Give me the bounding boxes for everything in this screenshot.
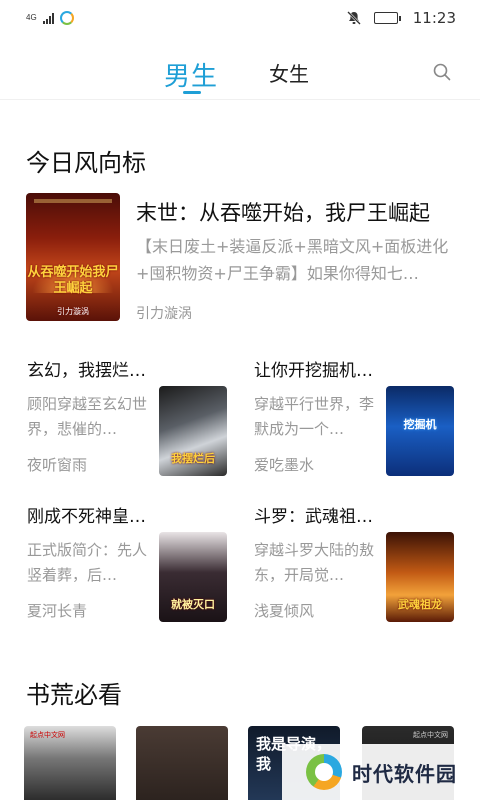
network-type: 4G [26, 13, 37, 22]
book-author: 夜听窗雨 [27, 456, 88, 474]
status-right: 11:23 [346, 9, 456, 27]
book-card[interactable]: 刚成不死神皇… 正式版简介：先人竖着葬，后… 夏河长青 就被灭口 [27, 502, 232, 626]
book-author: 爱吃墨水 [254, 456, 315, 474]
book-cover[interactable]: 起点中文网 [24, 726, 116, 800]
cover-title: 从吞噬开始我尸王崛起 [27, 265, 119, 296]
cover-publisher: 起点中文网 [30, 731, 65, 739]
search-icon[interactable] [432, 62, 452, 82]
cover-publisher: 起点中文网 [413, 731, 448, 739]
book-author: 引力漩涡 [136, 306, 192, 322]
book-cover[interactable]: 从吞噬开始我尸王崛起 引力漩涡 [26, 193, 120, 321]
book-card[interactable]: 斗罗：武魂祖… 穿越斗罗大陆的敖东，开局觉… 浅夏倾风 武魂祖龙 [254, 502, 459, 626]
clock: 11:23 [412, 9, 456, 27]
book-author: 夏河长青 [27, 602, 88, 620]
status-bar: 4G 11:23 [0, 0, 480, 36]
book-card[interactable]: 玄幻，我摆烂… 顾阳穿越至玄幻世界，悲催的… 夜听窗雨 我摆烂后 [27, 356, 232, 480]
book-cover[interactable]: 挖掘机 [386, 386, 454, 476]
tab-female[interactable]: 女生 [269, 58, 309, 87]
book-cover[interactable]: 武魂祖龙 [386, 532, 454, 622]
app-screen: 4G 11:23 男生 女生 今日风向标 从吞噬开始我尸王崛起 引力漩涡 末世：… [0, 0, 480, 800]
cover-author: 引力漩涡 [57, 307, 89, 316]
section-title-today: 今日风向标 [26, 149, 146, 177]
book-title[interactable]: 玄幻，我摆烂… [27, 356, 146, 381]
book-title[interactable]: 刚成不死神皇… [27, 502, 146, 527]
gender-tabs: 男生 女生 [0, 36, 480, 100]
book-title[interactable]: 让你开挖掘机… [254, 356, 373, 381]
tab-active-indicator [183, 91, 201, 94]
mute-bell-icon [346, 11, 361, 25]
book-description: 穿越平行世界，李默成为一个… [254, 395, 374, 438]
book-card[interactable]: 让你开挖掘机… 穿越平行世界，李默成为一个… 爱吃墨水 挖掘机 [254, 356, 459, 480]
watermark-text: 时代软件园 [352, 761, 457, 786]
book-title[interactable]: 斗罗：武魂祖… [254, 502, 373, 527]
book-description: 【末日废土+装逼反派+黑暗文风+面板进化+囤积物资+尸王争霸】如果你得知七… [136, 237, 449, 283]
battery-icon [373, 12, 401, 24]
book-description: 穿越斗罗大陆的敖东，开局觉… [254, 541, 374, 584]
book-cover[interactable] [136, 726, 228, 800]
book-cover[interactable]: 就被灭口 [159, 532, 227, 622]
watermark: 时代软件园 [282, 744, 480, 800]
book-cover[interactable]: 我摆烂后 [159, 386, 227, 476]
status-left: 4G [26, 11, 74, 25]
book-title[interactable]: 末世：从吞噬开始，我尸王崛起 [136, 197, 430, 227]
watermark-logo-icon [306, 754, 342, 790]
section-title-must-read: 书荒必看 [26, 681, 122, 709]
tab-male[interactable]: 男生 [164, 56, 218, 93]
book-description: 顾阳穿越至玄幻世界，悲催的… [27, 395, 147, 438]
cover-title: 我摆烂后 [171, 452, 215, 465]
cover-title: 挖掘机 [403, 418, 437, 431]
cover-title: 就被灭口 [171, 598, 215, 611]
featured-book[interactable]: 从吞噬开始我尸王崛起 引力漩涡 末世：从吞噬开始，我尸王崛起 【末日废土+装逼反… [26, 193, 456, 322]
book-description: 正式版简介：先人竖着葬，后… [27, 541, 147, 584]
book-author: 浅夏倾风 [254, 602, 315, 620]
signal-icon [42, 12, 54, 24]
app-notification-icon [59, 11, 74, 25]
cover-title: 武魂祖龙 [398, 598, 442, 611]
